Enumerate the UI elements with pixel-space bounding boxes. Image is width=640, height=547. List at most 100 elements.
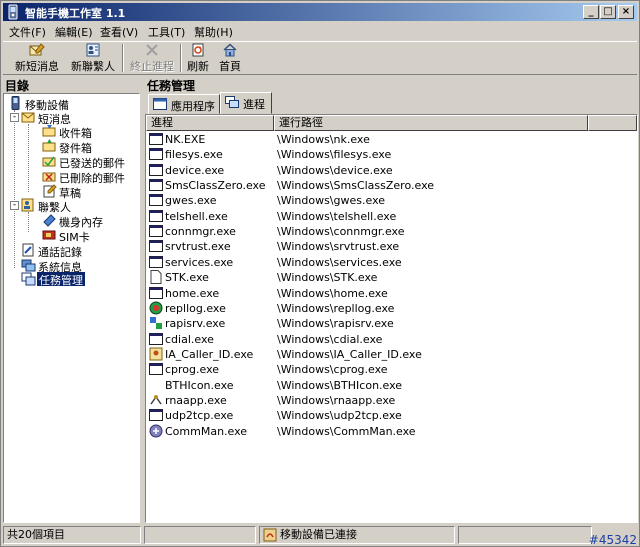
tree-item-deleted[interactable]: 已刪除的郵件 [42,169,138,185]
tree-item-drafts[interactable]: 草稿 [42,184,138,200]
toolbar: 新短消息 新聯繫人 終止進程 刷新 首頁 [3,41,637,75]
tree-item-inbox[interactable]: 收件箱 [42,124,138,140]
process-path: \Windows\rnaapp.exe [277,393,396,407]
process-name: gwes.exe [165,194,217,208]
phone-memory-icon [42,213,57,227]
terminate-process-button[interactable]: 終止進程 [127,43,177,73]
menu-tools[interactable]: 工具(T) [148,24,185,40]
process-name: services.exe [165,255,234,269]
tree-item-sim-card[interactable]: SIM卡 [42,228,138,244]
process-row[interactable]: rapisrv.exe \Windows\rapisrv.exe [146,316,637,331]
window-icon [149,362,164,376]
new-contact-icon [85,43,101,57]
tree-item-call-log[interactable]: 通話記錄 [21,243,138,259]
process-row[interactable]: connmgr.exe \Windows\connmgr.exe [146,224,637,239]
process-row[interactable]: srvtrust.exe \Windows\srvtrust.exe [146,239,637,254]
tree-item-system-info[interactable]: 系統信息 [21,258,138,274]
process-row[interactable]: udp2tcp.exe \Windows\udp2tcp.exe [146,408,637,423]
process-row[interactable]: IA_Caller_ID.exe \Windows\IA_Caller_ID.ex… [146,347,637,362]
process-row[interactable]: cprog.exe \Windows\cprog.exe [146,362,637,377]
process-path: \Windows\cprog.exe [277,363,388,377]
sim-card-icon [42,228,57,242]
process-path: \Windows\udp2tcp.exe [277,409,402,423]
pane-splitter[interactable] [140,75,144,523]
tab-processes[interactable]: 進程 [220,92,272,114]
home-button[interactable]: 首頁 [216,43,244,73]
tree-item-messages[interactable]: 短消息 [21,110,138,126]
process-row[interactable]: home.exe \Windows\home.exe [146,286,637,301]
sync-icon [149,301,164,315]
process-row[interactable]: NK.EXE \Windows\nk.exe [146,132,637,147]
window-icon [149,209,164,223]
process-path: \Windows\home.exe [277,286,388,300]
process-name: udp2tcp.exe [165,409,234,423]
column-header-filler [588,115,637,131]
tree-item-task-manager[interactable]: 任務管理 [21,272,138,287]
directory-tree[interactable]: 移動設備 - 短消息 收件箱 發件箱 已發送的郵件 已刪除的郵件 草稿 - 聯繫… [3,93,140,523]
device-icon [8,96,23,110]
process-row[interactable]: CommMan.exe \Windows\CommMan.exe [146,424,637,439]
tab-applications[interactable]: 應用程序 [148,94,220,114]
tree-item-mobile-device[interactable]: 移動設備 [8,96,138,112]
new-contact-button[interactable]: 新聯繫人 [67,43,119,73]
connection-icon [263,528,277,542]
window-icon [149,224,164,238]
tab-label: 進程 [243,98,265,111]
tree-item-sent[interactable]: 已發送的郵件 [42,154,138,170]
process-row[interactable]: STK.exe \Windows\STK.exe [146,270,637,285]
process-row[interactable]: device.exe \Windows\device.exe [146,163,637,178]
menu-file[interactable]: 文件(F) [9,24,46,40]
watermark-id: #45342 [588,533,637,547]
refresh-button[interactable]: 刷新 [184,43,212,73]
collapse-messages-toggle[interactable]: - [10,113,19,122]
tree-item-phone-memory[interactable]: 機身內存 [42,213,138,229]
title-bar[interactable]: 智能手機工作室 1.1 _ □ × [3,3,637,21]
process-row[interactable]: cdial.exe \Windows\cdial.exe [146,332,637,347]
window-icon [149,132,164,146]
column-header-path[interactable]: 運行路徑 [274,115,588,131]
process-row[interactable]: filesys.exe \Windows\filesys.exe [146,147,637,162]
network-icon [149,393,164,407]
process-row[interactable]: gwes.exe \Windows\gwes.exe [146,193,637,208]
process-path: \Windows\SmsClassZero.exe [277,179,435,193]
column-header-process[interactable]: 進程 [146,115,274,131]
process-name: connmgr.exe [165,225,236,239]
window-icon [149,408,164,422]
applications-icon [153,98,167,110]
window-icon [149,286,164,300]
process-path: \Windows\repllog.exe [277,301,395,315]
new-message-button[interactable]: 新短消息 [13,43,61,73]
process-row[interactable]: services.exe \Windows\services.exe [146,255,637,270]
process-row[interactable]: BTHIcon.exe \Windows\BTHIcon.exe [146,378,637,393]
status-item-count: 共20個項目 [3,526,141,544]
home-label: 首頁 [219,60,241,73]
process-row[interactable]: rnaapp.exe \Windows\rnaapp.exe [146,393,637,408]
caller-id-icon [149,347,164,361]
process-list[interactable]: 進程 運行路徑 NK.EXE \Windows\nk.exe filesys.exe… [145,114,638,523]
collapse-contacts-toggle[interactable]: - [10,201,19,210]
window-icon [149,147,164,161]
refresh-icon [190,43,206,57]
process-row[interactable]: SmsClassZero.exe \Windows\SmsClassZero.ex… [146,178,637,193]
window-icon [149,255,164,269]
minimize-button[interactable]: _ [583,5,599,19]
new-message-icon [29,43,45,57]
process-name: BTHIcon.exe [165,378,234,392]
menu-edit[interactable]: 編輯(E) [55,24,93,40]
menu-view[interactable]: 查看(V) [100,24,138,40]
process-name: IA_Caller_ID.exe [165,347,254,361]
process-path: \Windows\BTHIcon.exe [277,378,403,392]
process-row[interactable]: telshell.exe \Windows\telshell.exe [146,209,637,224]
process-name: rnaapp.exe [165,393,227,407]
tree-item-contacts[interactable]: 聯繫人 [21,198,138,214]
process-name: cdial.exe [165,332,214,346]
contacts-icon [21,198,36,212]
maximize-button[interactable]: □ [600,5,616,19]
process-row[interactable]: repllog.exe \Windows\repllog.exe [146,301,637,316]
close-button[interactable]: × [618,5,634,19]
menu-help[interactable]: 幫助(H) [194,24,233,40]
tree-item-outbox[interactable]: 發件箱 [42,139,138,155]
window-icon [149,178,164,192]
process-name: CommMan.exe [165,424,248,438]
tab-label: 應用程序 [171,100,215,113]
